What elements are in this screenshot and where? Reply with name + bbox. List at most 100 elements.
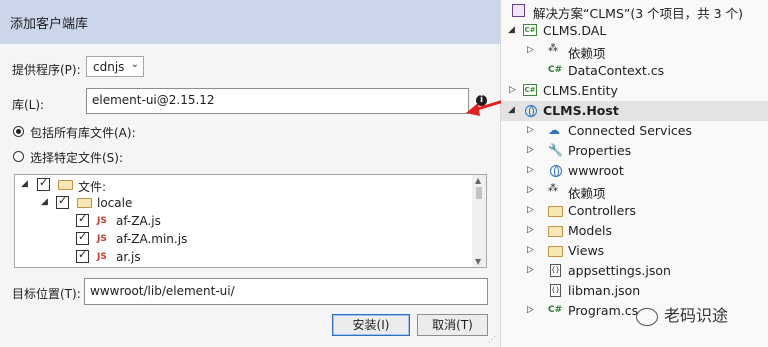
file-checkbox[interactable] [76, 248, 89, 263]
choose-specific-label: 选择特定文件(S): [30, 151, 124, 165]
node-label: Properties [568, 143, 632, 158]
target-label: 目标位置(T): [12, 287, 81, 301]
tree-row-file[interactable]: JS ar.js [15, 248, 471, 267]
project-node-dal[interactable]: ◢ C# CLMS.DAL [501, 21, 768, 41]
csproj-icon: C# [523, 84, 537, 96]
folder-icon [548, 246, 563, 257]
resize-grip-icon[interactable]: ⋰ [488, 335, 496, 344]
node-label: appsettings.json [568, 263, 671, 278]
js-file-icon: JS [97, 216, 107, 226]
expand-icon[interactable]: ▷ [527, 265, 534, 275]
solution-node[interactable]: 解决方案“CLMS”(3 个项目，共 3 个) [501, 1, 768, 21]
tree-label: locale [97, 196, 133, 210]
target-location-input[interactable]: wwwroot/lib/element-ui/ [84, 278, 488, 305]
file-node[interactable]: C# DataContext.cs [501, 61, 768, 81]
collapse-icon[interactable]: ◢ [508, 25, 515, 35]
expand-icon[interactable]: ▷ [527, 205, 534, 215]
file-checkbox[interactable] [76, 230, 89, 245]
choose-specific-radio[interactable] [13, 151, 24, 162]
tree-row-file[interactable]: JS af-ZA.min.js [15, 230, 471, 249]
node-label: 依赖项 [568, 46, 606, 61]
node-label: libman.json [568, 283, 641, 298]
tree-row-files[interactable]: ◢ 文件: [15, 176, 471, 195]
add-client-library-dialog: 添加客户端库 提供程序(P): cdnjs ⌄ 库(L): element-ui… [0, 0, 511, 347]
file-tree: ◢ 文件: ◢ locale JS af-ZA.js JS af-ZA.min.… [14, 174, 487, 268]
locale-checkbox[interactable] [56, 194, 69, 209]
files-checkbox[interactable] [37, 176, 50, 191]
tree-label: ar.js [116, 250, 141, 264]
expand-icon[interactable]: ▷ [527, 45, 534, 55]
node-label: 依赖项 [568, 186, 606, 201]
expand-icon[interactable]: ▷ [527, 225, 534, 235]
web-project-icon [525, 105, 537, 117]
connected-services-icon: ☁ [548, 123, 560, 137]
tree-row-locale[interactable]: ◢ locale [15, 194, 471, 213]
folder-icon [548, 226, 563, 237]
solution-explorer: 解决方案“CLMS”(3 个项目，共 3 个) ◢ C# CLMS.DAL ▷ … [501, 0, 768, 347]
node-label: Program.cs [568, 303, 639, 318]
node-label: Connected Services [568, 123, 692, 138]
collapse-icon[interactable]: ◢ [508, 105, 515, 115]
chevron-down-icon: ⌄ [130, 59, 139, 70]
folder-node[interactable]: ▷ Controllers [501, 201, 768, 221]
provider-label: 提供程序(P): [12, 63, 81, 77]
project-label: CLMS.DAL [543, 23, 607, 38]
cancel-button[interactable]: 取消(T) [417, 314, 488, 336]
dependencies-icon: ⁂ [548, 183, 558, 194]
library-input-value: element-ui@2.15.12 [92, 93, 215, 107]
target-input-value: wwwroot/lib/element-ui/ [90, 284, 235, 298]
js-file-icon: JS [97, 234, 107, 244]
collapse-icon[interactable]: ◢ [21, 179, 28, 189]
expand-icon[interactable]: ▷ [527, 165, 534, 175]
expand-icon[interactable]: ▷ [527, 245, 534, 255]
folder-icon [548, 206, 563, 217]
folder-node[interactable]: ▷ wwwroot [501, 161, 768, 181]
arrow-head [466, 103, 480, 116]
scroll-up-icon[interactable]: ▲ [475, 176, 481, 185]
expand-icon[interactable]: ▷ [527, 185, 534, 195]
expand-icon[interactable]: ▷ [527, 145, 534, 155]
file-checkbox[interactable] [76, 212, 89, 227]
folder-icon [77, 198, 92, 208]
solution-label: 解决方案“CLMS”(3 个项目，共 3 个) [533, 6, 743, 21]
dialog-titlebar[interactable]: 添加客户端库 [0, 0, 500, 44]
dependencies-icon: ⁂ [548, 43, 558, 54]
folder-icon [58, 180, 73, 190]
project-node-entity[interactable]: ▷ C# CLMS.Entity [501, 81, 768, 101]
expand-icon[interactable]: ▷ [527, 125, 534, 135]
provider-select[interactable]: cdnjs ⌄ [86, 56, 144, 77]
folder-node[interactable]: ▷ 🔧 Properties [501, 141, 768, 161]
collapse-icon[interactable]: ◢ [41, 197, 48, 207]
scroll-thumb[interactable] [476, 187, 482, 199]
tree-label: af-ZA.js [116, 214, 161, 228]
install-button[interactable]: 安装(I) [332, 314, 410, 336]
expand-icon[interactable]: ▷ [509, 85, 516, 95]
scroll-down-icon[interactable]: ▼ [475, 257, 481, 266]
dependencies-node[interactable]: ▷ ⁂ 依赖项 [501, 41, 768, 61]
node-label: wwwroot [568, 163, 624, 178]
tree-scrollbar[interactable]: ▲ ▼ [472, 175, 486, 267]
project-node-host[interactable]: ◢ CLMS.Host [501, 101, 768, 121]
json-icon: {} [550, 284, 561, 297]
watermark-text: 老码识途 [664, 306, 729, 325]
json-icon: {} [550, 264, 561, 277]
folder-node[interactable]: ▷ ☁ Connected Services [501, 121, 768, 141]
include-all-radio[interactable] [13, 126, 24, 137]
csharp-file-icon: C# [548, 305, 563, 315]
file-node[interactable]: {} libman.json [501, 281, 768, 301]
node-label: Controllers [568, 203, 636, 218]
watermark: 老码识途 [636, 302, 728, 326]
project-label: CLMS.Entity [543, 83, 618, 98]
project-label: CLMS.Host [543, 103, 619, 118]
file-node[interactable]: ▷ {} appsettings.json [501, 261, 768, 281]
csproj-icon: C# [523, 24, 537, 36]
wrench-icon: 🔧 [548, 143, 563, 157]
tree-row-file[interactable]: JS af-ZA.js [15, 212, 471, 231]
library-input[interactable]: element-ui@2.15.12 [86, 88, 469, 114]
wechat-icon [636, 307, 658, 326]
dependencies-node[interactable]: ▷ ⁂ 依赖项 [501, 181, 768, 201]
folder-node[interactable]: ▷ Models [501, 221, 768, 241]
expand-icon[interactable]: ▷ [527, 305, 534, 315]
folder-node[interactable]: ▷ Views [501, 241, 768, 261]
csharp-file-icon: C# [548, 65, 563, 75]
